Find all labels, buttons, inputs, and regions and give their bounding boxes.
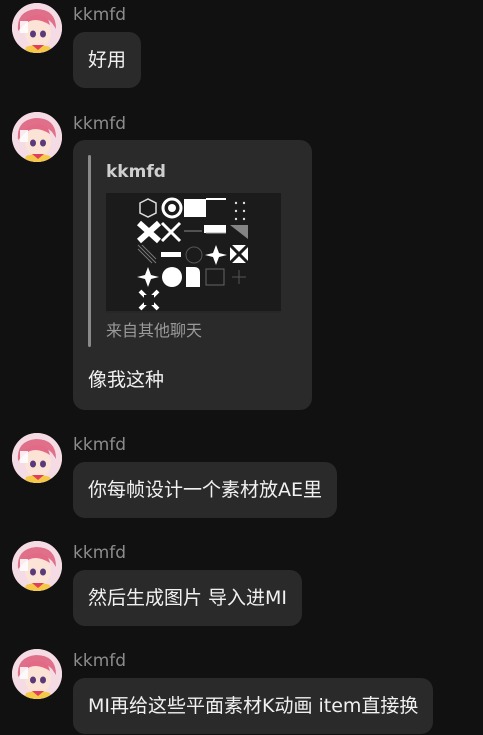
quote-sender: kkmfd: [106, 162, 166, 182]
message-bubble[interactable]: 好用: [73, 32, 142, 88]
sender-name: kkmfd: [73, 5, 127, 25]
avatar[interactable]: [12, 3, 62, 53]
avatar[interactable]: [12, 649, 62, 699]
anime-girl-avatar-icon: [12, 433, 62, 483]
anime-girl-avatar-icon: [12, 112, 62, 162]
quote-image-thumbnail[interactable]: [106, 193, 281, 313]
avatar[interactable]: [12, 541, 62, 591]
anime-girl-avatar-icon: [12, 649, 62, 699]
avatar[interactable]: [12, 433, 62, 483]
shapes-grid-image: [106, 193, 281, 313]
message-bubble-quoted[interactable]: kkmfd 来自其他聊天 像我这种: [73, 140, 312, 410]
anime-girl-avatar-icon: [12, 3, 62, 53]
sender-name: kkmfd: [73, 435, 127, 455]
anime-girl-avatar-icon: [12, 541, 62, 591]
sender-name: kkmfd: [73, 543, 127, 563]
message-bubble[interactable]: MI再给这些平面素材K动画 item直接换: [73, 678, 434, 734]
sender-name: kkmfd: [73, 651, 127, 671]
quote-source-label: 来自其他聊天: [106, 321, 203, 340]
quote-bar: [88, 155, 91, 347]
sender-name: kkmfd: [73, 114, 127, 134]
message-bubble[interactable]: 然后生成图片 导入进MI: [73, 570, 303, 626]
avatar[interactable]: [12, 112, 62, 162]
message-bubble[interactable]: 你每帧设计一个素材放AE里: [73, 462, 338, 518]
message-text: 像我这种: [88, 369, 165, 391]
